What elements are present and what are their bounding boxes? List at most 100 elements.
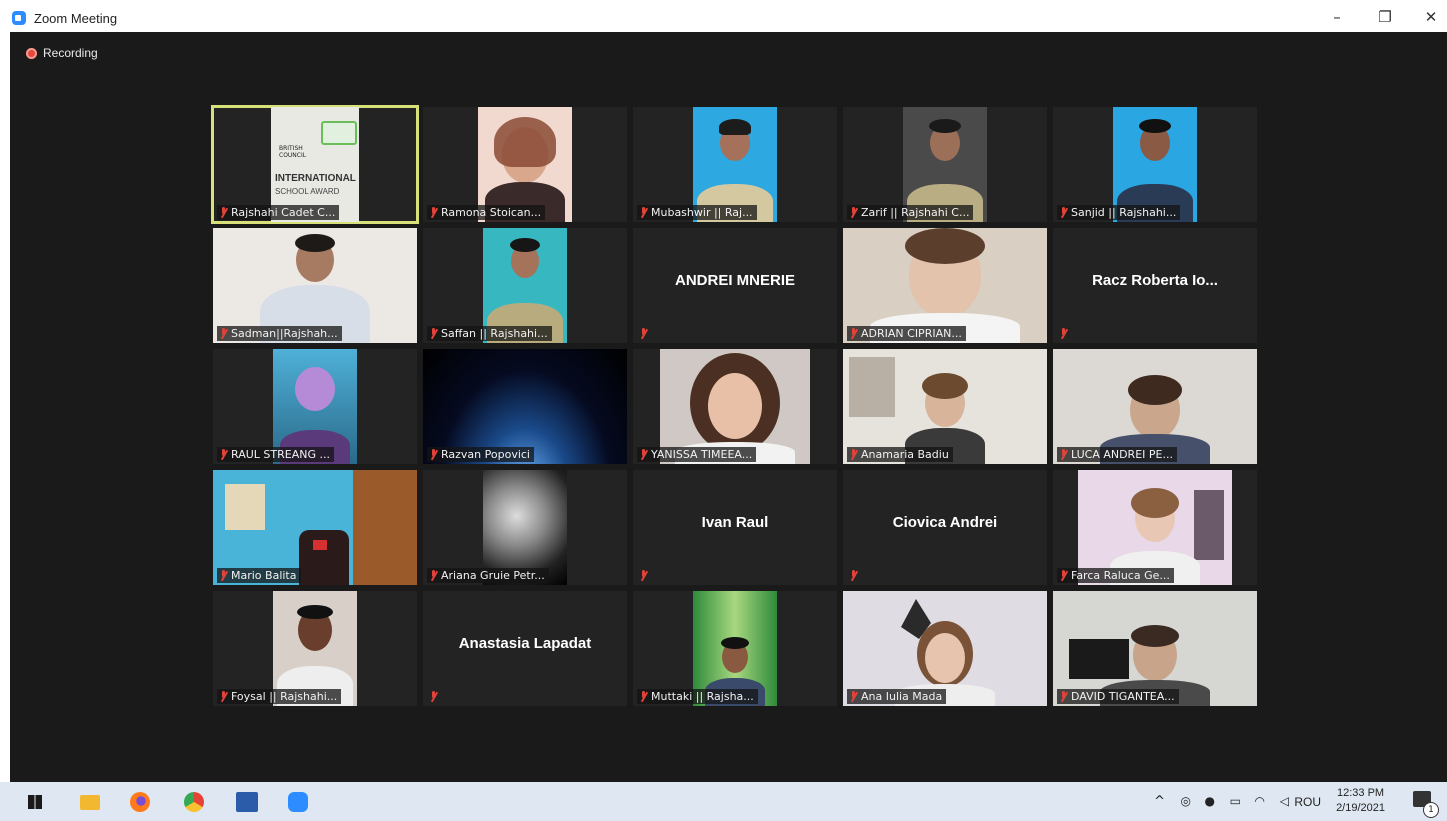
participant-tile[interactable]: Ivan Raul bbox=[633, 470, 837, 585]
mic-muted-icon bbox=[1059, 570, 1068, 581]
participant-tile[interactable]: LUCA ANDREI PE... bbox=[1053, 349, 1257, 464]
participant-tile[interactable]: RAUL STREANG ... bbox=[213, 349, 417, 464]
award-line-4: SCHOOL AWARD bbox=[275, 187, 340, 196]
minimize-button[interactable]: – bbox=[1322, 6, 1352, 28]
participant-name-label: DAVID TIGANTEA... bbox=[1057, 689, 1179, 704]
participant-name-label: Ana Iulia Mada bbox=[847, 689, 947, 704]
camera-icon[interactable]: ◎ bbox=[1181, 794, 1191, 808]
mic-muted-icon bbox=[219, 207, 228, 218]
wifi-icon[interactable]: ◠ bbox=[1255, 794, 1265, 808]
participant-display-name: Anastasia Lapadat bbox=[458, 635, 592, 652]
participant-name-label bbox=[427, 689, 442, 704]
recording-indicator[interactable]: Recording bbox=[26, 46, 98, 60]
participant-tile[interactable]: Racz Roberta Io... bbox=[1053, 228, 1257, 343]
mic-muted-icon bbox=[1059, 328, 1068, 339]
participant-name-label: YANISSA TIMEEA... bbox=[637, 447, 757, 462]
gallery-grid: BRITISH COUNCIL INTERNATIONAL SCHOOL AWA… bbox=[211, 105, 1257, 706]
language-indicator[interactable]: ROU bbox=[1294, 795, 1321, 809]
participant-tile[interactable]: Ramona Stoican... bbox=[423, 107, 627, 222]
chrome-icon[interactable] bbox=[184, 792, 204, 812]
clock-date: 2/19/2021 bbox=[1336, 802, 1385, 814]
participant-tile[interactable]: Sadman||Rajshah... bbox=[213, 228, 417, 343]
participant-tile[interactable]: Mario Balita bbox=[213, 470, 417, 585]
mic-muted-icon bbox=[849, 207, 858, 218]
participant-name-label: Sadman||Rajshah... bbox=[217, 326, 342, 341]
participant-tile[interactable]: Sanjid || Rajshahi... bbox=[1053, 107, 1257, 222]
restore-button[interactable]: ❐ bbox=[1370, 6, 1400, 28]
tray-expand-icon[interactable]: ^ bbox=[1154, 794, 1165, 809]
participant-tile[interactable]: Anamaria Badiu bbox=[843, 349, 1047, 464]
participant-name-label: Rajshahi Cadet C... bbox=[217, 205, 340, 220]
participant-tile[interactable]: Razvan Popovici bbox=[423, 349, 627, 464]
mic-muted-icon bbox=[429, 691, 438, 702]
mic-muted-icon bbox=[639, 328, 648, 339]
participant-name-label bbox=[847, 568, 862, 583]
recording-icon bbox=[26, 47, 37, 59]
mic-muted-icon bbox=[639, 207, 648, 218]
participant-name-label: Zarif || Rajshahi C... bbox=[847, 205, 974, 220]
participant-name-label: Anamaria Badiu bbox=[847, 447, 953, 462]
recording-label: Recording bbox=[43, 46, 98, 60]
participant-name-label: Mario Balita bbox=[217, 568, 301, 583]
mic-muted-icon bbox=[849, 328, 858, 339]
mic-muted-icon bbox=[639, 691, 648, 702]
participant-name-label: Farca Raluca Ge... bbox=[1057, 568, 1174, 583]
participant-name-label bbox=[637, 326, 652, 341]
mic-muted-icon bbox=[429, 449, 438, 460]
participant-name-label bbox=[1057, 326, 1072, 341]
participant-tile[interactable]: DAVID TIGANTEA... bbox=[1053, 591, 1257, 706]
participant-tile[interactable]: Anastasia Lapadat bbox=[423, 591, 627, 706]
participant-name-label: Ariana Gruie Petr... bbox=[427, 568, 549, 583]
mic-muted-icon bbox=[849, 449, 858, 460]
participant-tile[interactable]: Zarif || Rajshahi C... bbox=[843, 107, 1047, 222]
participant-name-label: Ramona Stoican... bbox=[427, 205, 546, 220]
participant-tile[interactable]: ANDREI MNERIE bbox=[633, 228, 837, 343]
microphone-icon[interactable]: ● bbox=[1205, 794, 1215, 808]
close-button[interactable]: ✕ bbox=[1416, 6, 1446, 28]
mic-muted-icon bbox=[219, 570, 228, 581]
mic-muted-icon bbox=[429, 328, 438, 339]
meeting-area: Recording BRITISH COUNCIL INTERNATIONAL … bbox=[10, 32, 1447, 782]
mic-muted-icon bbox=[639, 449, 648, 460]
notification-count: 1 bbox=[1423, 802, 1439, 818]
mic-muted-icon bbox=[219, 691, 228, 702]
participant-tile[interactable]: BRITISH COUNCIL INTERNATIONAL SCHOOL AWA… bbox=[211, 105, 419, 224]
participant-tile[interactable]: Saffan || Rajshahi... bbox=[423, 228, 627, 343]
windows-start-icon[interactable] bbox=[28, 795, 42, 809]
mic-muted-icon bbox=[1059, 207, 1068, 218]
participant-tile[interactable]: ADRIAN CIPRIAN... bbox=[843, 228, 1047, 343]
participant-tile[interactable]: Ana Iulia Mada bbox=[843, 591, 1047, 706]
participant-name-label bbox=[637, 568, 652, 583]
title-bar: Zoom Meeting – ❐ ✕ bbox=[0, 0, 1447, 32]
participant-tile[interactable]: Muttaki || Rajsha... bbox=[633, 591, 837, 706]
zoom-taskbar-icon[interactable] bbox=[288, 792, 308, 812]
participant-tile[interactable]: Farca Raluca Ge... bbox=[1053, 470, 1257, 585]
battery-icon[interactable]: ▭ bbox=[1230, 794, 1241, 808]
award-line-3: INTERNATIONAL bbox=[275, 173, 356, 184]
clock[interactable]: 12:33 PM 2/19/2021 bbox=[1336, 786, 1385, 816]
firefox-icon[interactable] bbox=[130, 792, 150, 812]
participant-name-label: Muttaki || Rajsha... bbox=[637, 689, 758, 704]
participant-name-label: LUCA ANDREI PE... bbox=[1057, 447, 1177, 462]
file-explorer-icon[interactable] bbox=[80, 795, 100, 810]
word-icon[interactable] bbox=[236, 792, 258, 812]
mic-muted-icon bbox=[639, 570, 648, 581]
participant-tile[interactable]: Mubashwir || Raj... bbox=[633, 107, 837, 222]
mic-muted-icon bbox=[1059, 691, 1068, 702]
participant-tile[interactable]: Ciovica Andrei bbox=[843, 470, 1047, 585]
mic-muted-icon bbox=[1059, 449, 1068, 460]
participant-tile[interactable]: YANISSA TIMEEA... bbox=[633, 349, 837, 464]
participant-name-label: Foysal || Rajshahi... bbox=[217, 689, 342, 704]
participant-name-label: ADRIAN CIPRIAN... bbox=[847, 326, 966, 341]
participant-display-name: Ciovica Andrei bbox=[892, 514, 998, 531]
volume-icon[interactable]: ◁ bbox=[1280, 794, 1289, 808]
participant-tile[interactable]: Foysal || Rajshahi... bbox=[213, 591, 417, 706]
clock-time: 12:33 PM bbox=[1336, 787, 1385, 799]
participant-name-label: Mubashwir || Raj... bbox=[637, 205, 757, 220]
participant-tile[interactable]: Ariana Gruie Petr... bbox=[423, 470, 627, 585]
award-line-1: BRITISH bbox=[279, 145, 303, 152]
mic-muted-icon bbox=[429, 207, 438, 218]
mic-muted-icon bbox=[849, 570, 858, 581]
mic-muted-icon bbox=[219, 449, 228, 460]
mic-muted-icon bbox=[849, 691, 858, 702]
